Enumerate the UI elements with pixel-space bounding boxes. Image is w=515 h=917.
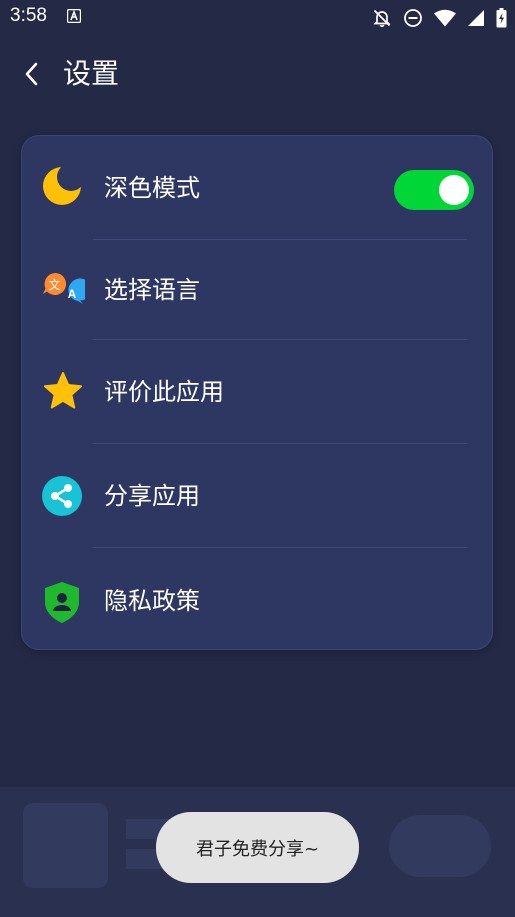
do-not-disturb-icon [404, 9, 422, 27]
language-label: 选择语言 [104, 276, 200, 304]
translate-icon-text-a: A [68, 287, 77, 301]
chevron-left-icon [25, 62, 38, 86]
settings-card: 深色模式 文 A 选择语言 评价此应用 分享应用 隐私政策 [21, 135, 493, 650]
star-icon [44, 372, 82, 409]
page-title: 设置 [63, 57, 120, 90]
banner-button-placeholder[interactable] [389, 815, 491, 877]
banner-thumbnail-placeholder [23, 803, 108, 888]
rate-app-label: 评价此应用 [104, 378, 224, 406]
dark-mode-label: 深色模式 [104, 174, 200, 202]
toggle-knob [439, 175, 469, 205]
translate-icon: 文 A [43, 272, 85, 304]
shield-user-icon [45, 582, 79, 623]
privacy-policy-label: 隐私政策 [104, 587, 200, 615]
wifi-icon [434, 9, 456, 27]
rate-app-row[interactable]: 评价此应用 [22, 340, 492, 443]
a-app-icon [67, 9, 81, 23]
share-icon [42, 476, 82, 516]
app-bar: 设置 [0, 36, 515, 114]
settings-screen: 3:58 设置 深色模式 文 A 选择语言 评价此应用 分享应用 隐私政策 君子… [0, 0, 515, 917]
translate-icon-text-zh: 文 [48, 277, 60, 292]
dark-mode-toggle[interactable] [394, 170, 474, 210]
notifications-off-icon [373, 9, 391, 27]
language-row[interactable]: 文 A 选择语言 [22, 240, 492, 339]
privacy-policy-row[interactable]: 隐私政策 [22, 548, 492, 649]
signal-icon [468, 10, 484, 26]
status-bar: 3:58 [0, 0, 515, 36]
status-time: 3:58 [10, 5, 47, 26]
share-app-row[interactable]: 分享应用 [22, 444, 492, 547]
toast: 君子免费分享~ [156, 812, 359, 883]
toast-text: 君子免费分享~ [195, 838, 320, 860]
moon-icon [43, 167, 81, 205]
battery-charging-icon [496, 8, 507, 28]
status-icons [372, 7, 507, 29]
dark-mode-row[interactable]: 深色模式 [22, 136, 492, 239]
share-app-label: 分享应用 [104, 482, 200, 510]
back-button[interactable] [14, 56, 50, 92]
